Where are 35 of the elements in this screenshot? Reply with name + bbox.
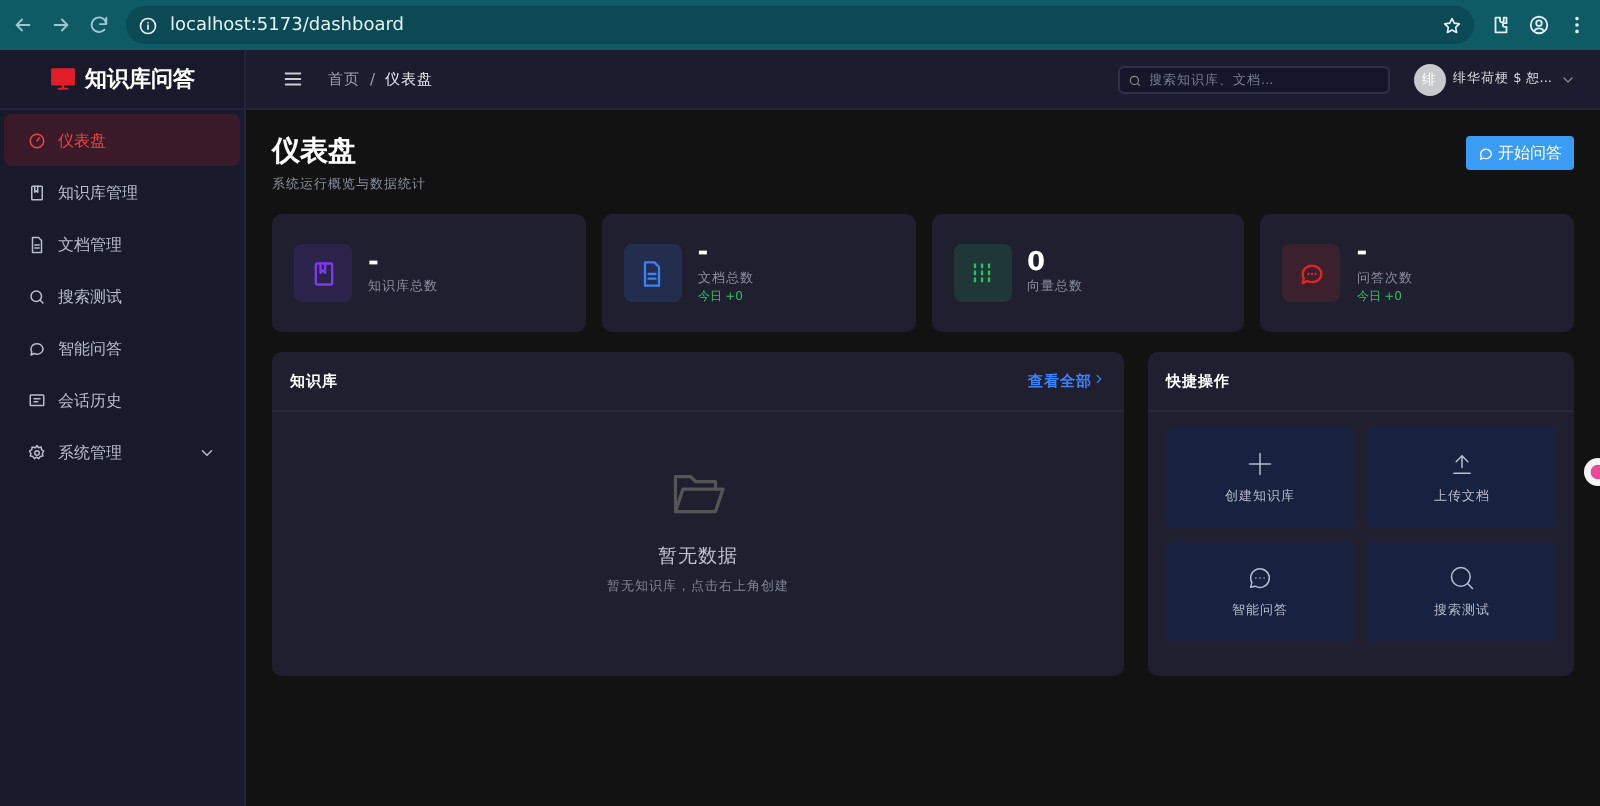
url-text: localhost:5173/dashboard: [170, 15, 404, 35]
search-icon: [28, 287, 46, 305]
plus-icon: [1246, 450, 1274, 478]
forward-arrow-icon[interactable]: [50, 14, 72, 36]
message-square-icon: [28, 391, 46, 409]
sidebar-item[interactable]: 文档管理: [4, 218, 240, 270]
reload-icon[interactable]: [88, 14, 110, 36]
sidebar-item[interactable]: 系统管理: [4, 426, 240, 478]
profile-icon[interactable]: [1528, 14, 1550, 36]
stat-value: -: [697, 240, 711, 270]
menu-icon[interactable]: [282, 68, 304, 90]
star-icon[interactable]: [1442, 15, 1462, 35]
app-logo-text: 知识库问答: [85, 64, 195, 94]
address-bar[interactable]: localhost:5173/dashboard: [126, 6, 1474, 44]
dashboard-gauge-icon: [28, 131, 46, 149]
sidebar-item[interactable]: 仪表盘: [4, 114, 240, 166]
puzzle-icon[interactable]: [1490, 14, 1512, 36]
stat-value: 0: [1027, 249, 1048, 279]
document-icon: [28, 235, 46, 253]
chevron-right-icon: [1092, 371, 1106, 385]
sidebar-item[interactable]: 知识库管理: [4, 166, 240, 218]
sidebar-item[interactable]: 会话历史: [4, 374, 240, 426]
page-title: 仪表盘: [272, 134, 358, 170]
sidebar-item[interactable]: 智能问答: [4, 322, 240, 374]
stat-value: -: [368, 249, 381, 279]
stat-value: -: [1356, 240, 1370, 270]
search-icon: [1448, 564, 1476, 592]
sidebar-item[interactable]: 搜索测试: [4, 270, 240, 322]
info-icon: [138, 15, 158, 35]
back-arrow-icon[interactable]: [12, 14, 34, 36]
empty-title: 暂无数据: [658, 544, 738, 570]
upload-icon: [1448, 450, 1476, 478]
book-icon: [28, 183, 46, 201]
settings-icon: [28, 443, 46, 461]
monitor-icon: [49, 66, 75, 92]
